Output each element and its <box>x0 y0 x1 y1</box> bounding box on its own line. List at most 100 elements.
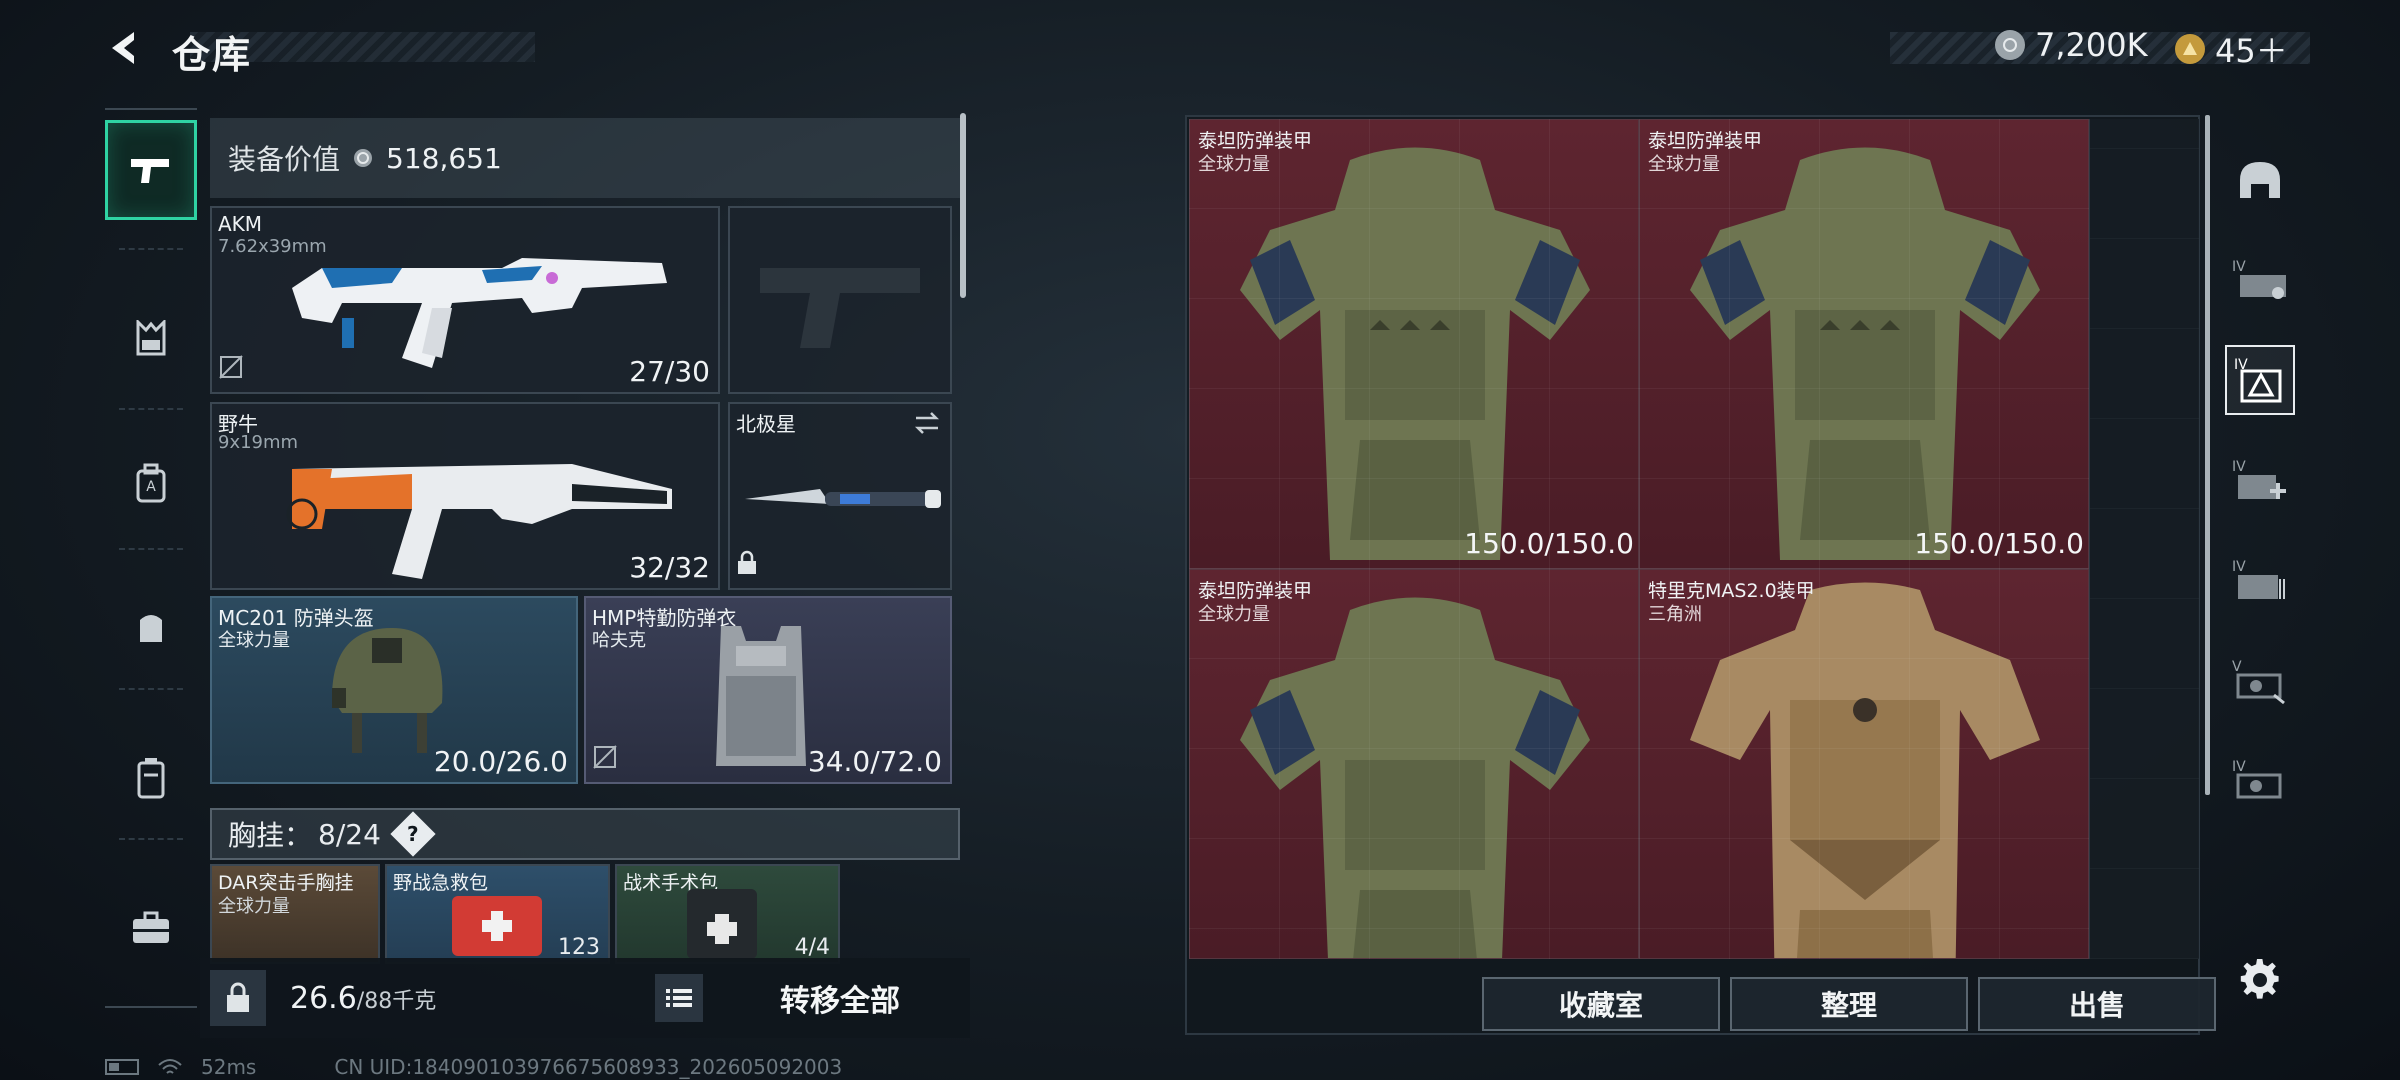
nav-divider <box>119 838 183 840</box>
storage-item-faction: 三角洲 <box>1648 604 1702 625</box>
carry-weight: 26.6/88千克 <box>290 981 436 1016</box>
loadout-scrollbar[interactable] <box>960 113 966 298</box>
secondary-weapon-caliber: 9x19mm <box>218 432 299 453</box>
filter-misc[interactable]: IV <box>2225 745 2295 815</box>
key-filter-icon: V <box>2232 659 2285 705</box>
battery-icon <box>105 1059 139 1075</box>
equipment-value: 518,651 <box>386 141 502 175</box>
category-nav: A <box>105 108 197 1008</box>
no-insurance-icon <box>592 744 618 774</box>
filter-armor[interactable]: IV <box>2225 245 2295 315</box>
pouch-icon <box>140 615 162 642</box>
first-aid-kit-image <box>452 896 542 956</box>
swap-icon[interactable] <box>912 410 942 440</box>
svg-text:IV: IV <box>2232 759 2246 775</box>
help-icon[interactable]: ? <box>390 811 436 857</box>
system-status-bar: 52ms CN UID:18409010397667560893​3_20260… <box>105 1055 842 1079</box>
canister-icon <box>137 758 165 799</box>
storage-item-name: 泰坦防弹装甲 <box>1198 130 1313 152</box>
storage-item[interactable]: 泰坦防弹装甲 全球力量 <box>1189 569 1639 959</box>
filter-ammo[interactable]: IV <box>2225 545 2295 615</box>
armor-faction: 哈夫克 <box>592 630 646 651</box>
armor-filter-icon: IV <box>2232 259 2286 299</box>
filter-rig-active[interactable]: IV <box>2225 345 2295 415</box>
gear-icon <box>2240 959 2279 999</box>
filter-medical[interactable]: IV <box>2225 445 2295 515</box>
rig-filter-icon: IV <box>2234 357 2282 403</box>
misc-filter-icon: IV <box>2232 759 2282 799</box>
secondary-weapon-slot[interactable]: 野牛 9x19mm 32/32 <box>210 402 720 590</box>
back-button[interactable] <box>98 22 150 74</box>
secondary-weapon-ammo: 32/32 <box>629 551 710 584</box>
collection-room-button[interactable]: 收藏室 <box>1482 977 1720 1031</box>
storage-item-faction: 全球力量 <box>1648 154 1720 175</box>
chest-rig-icon <box>136 320 166 356</box>
nav-item-containers[interactable] <box>105 728 197 828</box>
nav-item-vests[interactable] <box>105 288 197 388</box>
nav-divider <box>119 688 183 690</box>
svg-text:V: V <box>2232 659 2242 675</box>
primary-weapon-slot[interactable]: AKM 7.62x39mm 27/30 <box>210 206 720 394</box>
chest-rig-capacity: 8/24 <box>318 817 381 851</box>
knife-image <box>745 489 941 508</box>
storage-item-name: 泰坦防弹装甲 <box>1198 580 1313 602</box>
helmet-image <box>332 628 443 753</box>
storage-panel: 泰坦防弹装甲 全球力量 150.0/150.0 泰坦防弹装甲 全球力量 150.… <box>1185 115 2216 1035</box>
surgery-kit-count: 4/4 <box>794 935 830 960</box>
nav-item-weapons[interactable] <box>105 120 197 220</box>
rig-slot[interactable]: DAR突击手胸挂 全球力量 <box>210 864 380 964</box>
filter-scrollbar[interactable] <box>2205 115 2210 795</box>
svg-text:IV: IV <box>2232 259 2246 275</box>
nav-item-backpacks[interactable]: A <box>105 433 197 533</box>
weight-lock-button[interactable] <box>210 970 266 1026</box>
sell-button[interactable]: 出售 <box>1978 977 2216 1031</box>
surgery-kit-image <box>687 889 757 959</box>
storage-item-name: 特里克MAS2.0装甲 <box>1648 580 1815 602</box>
organize-button[interactable]: 整理 <box>1730 977 1968 1031</box>
briefcase-icon <box>133 911 169 943</box>
filter-key[interactable]: V <box>2225 645 2295 715</box>
primary-weapon-name: AKM <box>218 212 263 236</box>
wifi-icon <box>158 1059 182 1074</box>
settings-button[interactable] <box>2225 945 2295 1015</box>
equipment-value-label: 装备价值 <box>228 143 341 176</box>
gold-currency[interactable]: 45＋ <box>2175 26 2288 72</box>
nav-bottom-line <box>105 1006 197 1008</box>
storage-filter-rail: IV IV IV IV V IV <box>2205 115 2295 1035</box>
storage-grid: 泰坦防弹装甲 全球力量 150.0/150.0 泰坦防弹装甲 全球力量 150.… <box>1189 119 2089 959</box>
nav-top-line <box>105 108 197 110</box>
titan-armor-image <box>1240 597 1590 958</box>
first-aid-slot[interactable]: 野战急救包 123 <box>385 864 610 964</box>
padlock-icon <box>227 982 249 1012</box>
storage-item-faction: 全球力量 <box>1198 604 1270 625</box>
mas-armor-image <box>1690 582 2040 958</box>
silver-amount: 7,200K <box>2035 26 2148 64</box>
first-aid-count: 123 <box>558 935 600 960</box>
silver-currency[interactable]: 7,200K <box>1995 26 2148 64</box>
armor-slot[interactable]: HMP特勤防弹衣 哈夫克 34.0/72.0 <box>584 596 952 784</box>
pistol-slot[interactable] <box>728 206 952 394</box>
user-uid: CN UID:18409010397667560893​3_2026050920… <box>334 1055 843 1079</box>
medical-filter-icon: IV <box>2232 459 2286 499</box>
nav-item-pouches[interactable] <box>105 578 197 678</box>
storage-actions: 收藏室 整理 出售 <box>1187 969 2216 1039</box>
storage-item[interactable]: 泰坦防弹装甲 全球力量 150.0/150.0 <box>1639 119 2089 569</box>
filter-helmet[interactable] <box>2225 145 2295 215</box>
primary-weapon-caliber: 7.62x39mm <box>218 236 327 257</box>
melee-slot[interactable]: 北极星 <box>728 402 952 590</box>
no-insurance-icon <box>218 354 244 384</box>
rig-item-name: DAR突击手胸挂 <box>218 872 354 894</box>
transfer-all-button[interactable]: 转移全部 <box>720 968 960 1028</box>
chest-rig-bar: 胸挂： 8/24 ? <box>210 808 960 860</box>
storage-empty-column[interactable] <box>2089 119 2199 959</box>
storage-item[interactable]: 泰坦防弹装甲 全球力量 150.0/150.0 <box>1189 119 1639 569</box>
storage-item[interactable]: 特里克MAS2.0装甲 三角洲 <box>1639 569 2089 959</box>
rig-item-faction: 全球力量 <box>218 896 290 917</box>
helmet-filter-icon <box>2240 162 2280 198</box>
helmet-slot[interactable]: MC201 防弹头盔 全球力量 20.0/26.0 <box>210 596 578 784</box>
surgery-kit-slot[interactable]: 战术手术包 4/4 <box>615 864 840 964</box>
nav-item-tools[interactable] <box>105 878 197 978</box>
chest-rig-label: 胸挂： <box>228 819 313 852</box>
list-view-button[interactable] <box>655 974 703 1022</box>
loadout-footer: 26.6/88千克 转移全部 <box>200 958 970 1038</box>
